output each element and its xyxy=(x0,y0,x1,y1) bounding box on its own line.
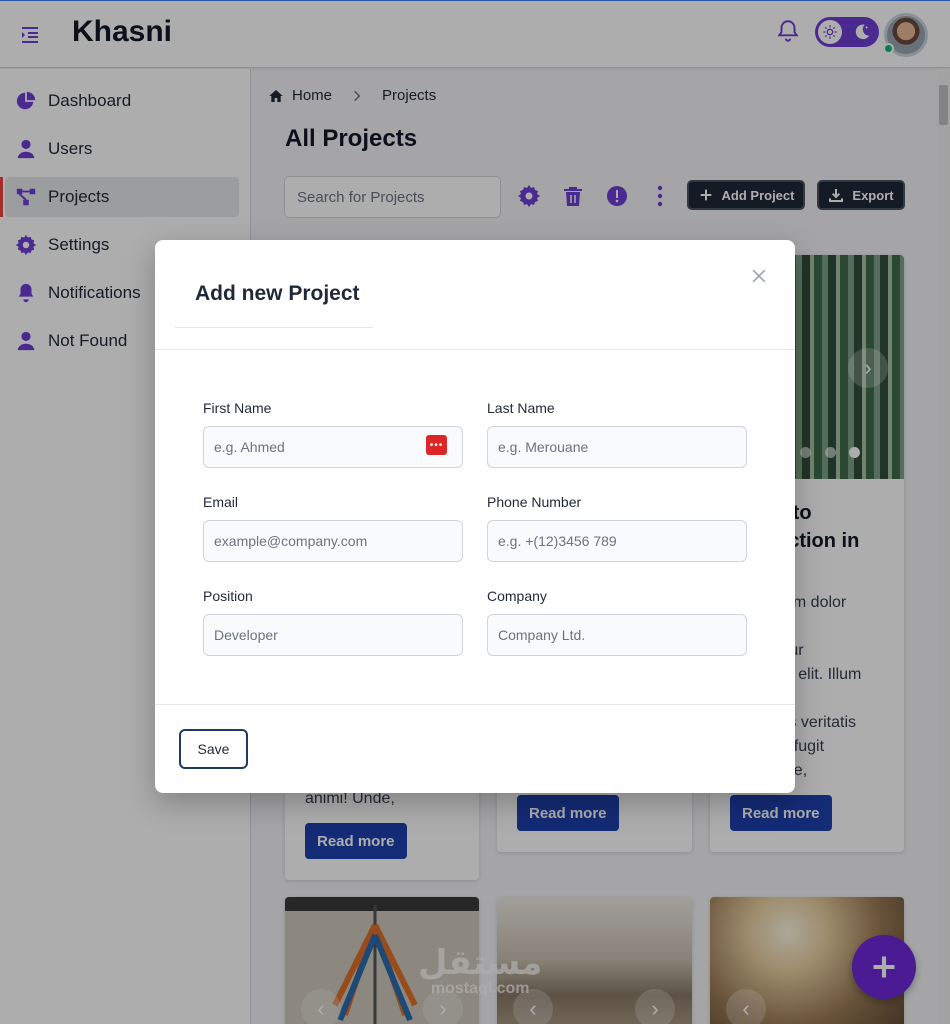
close-icon[interactable] xyxy=(749,266,769,286)
first-name-field[interactable] xyxy=(203,426,463,468)
phone-label: Phone Number xyxy=(487,494,582,510)
company-label: Company xyxy=(487,588,547,604)
phone-field[interactable] xyxy=(487,520,747,562)
modal-footer-divider xyxy=(155,704,795,705)
position-label: Position xyxy=(203,588,253,604)
modal-title: Add new Project xyxy=(195,282,360,305)
email-label: Email xyxy=(203,494,239,510)
last-name-field[interactable] xyxy=(487,426,747,468)
add-project-modal: Add new Project First Name ••• Last Name… xyxy=(155,240,795,793)
first-name-label: First Name xyxy=(203,400,272,416)
position-field[interactable] xyxy=(203,614,463,656)
title-underline xyxy=(175,327,373,328)
save-button[interactable]: Save xyxy=(179,729,248,769)
company-field[interactable] xyxy=(487,614,747,656)
password-manager-icon[interactable]: ••• xyxy=(426,435,447,455)
last-name-label: Last Name xyxy=(487,400,555,416)
modal-header-divider xyxy=(155,349,795,350)
email-field[interactable] xyxy=(203,520,463,562)
